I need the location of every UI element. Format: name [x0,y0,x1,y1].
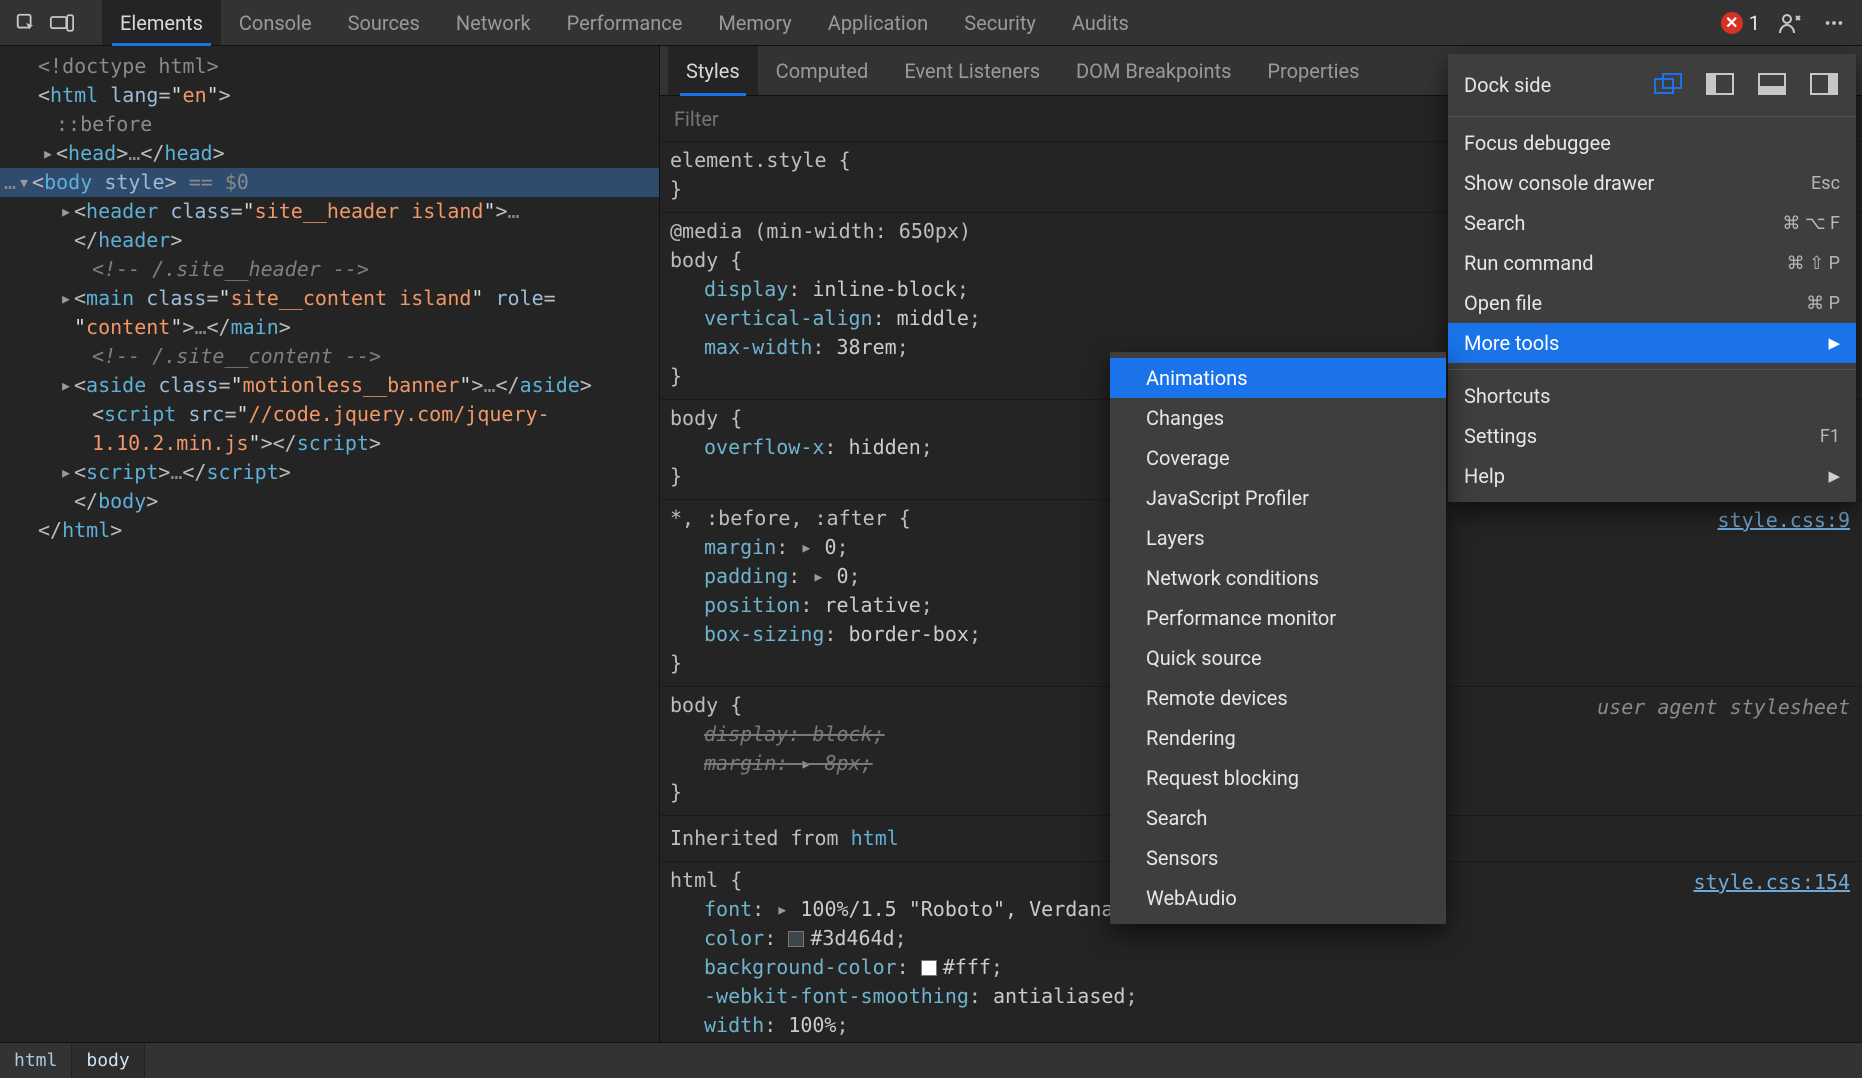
dom-node[interactable]: <!-- /.site__header --> [0,255,659,284]
more-tools-rendering[interactable]: Rendering [1110,718,1446,758]
dom-node[interactable]: <html lang="en"> [0,81,659,110]
panel-tab-audits[interactable]: Audits [1054,0,1147,45]
more-tools-changes[interactable]: Changes [1110,398,1446,438]
dom-node[interactable]: </header> [0,226,659,255]
dom-node[interactable]: ▸<aside class="motionless__banner">…</as… [0,371,659,400]
more-tools-webaudio[interactable]: WebAudio [1110,878,1446,918]
dock-side-row: Dock side [1448,60,1856,110]
styles-tab-computed[interactable]: Computed [758,46,887,95]
dom-tree-pane[interactable]: <!doctype html> <html lang="en"> ::befor… [0,46,660,1042]
error-icon: ✕ [1721,12,1743,34]
panel-tab-sources[interactable]: Sources [330,0,438,45]
dom-node[interactable]: </body> [0,487,659,516]
dom-node[interactable]: 1.10.2.min.js"></script> [0,429,659,458]
panel-tabs: ElementsConsoleSourcesNetworkPerformance… [102,0,1147,45]
dock-undock-icon[interactable] [1654,73,1684,97]
dock-left-icon[interactable] [1706,73,1736,97]
more-tools-performance-monitor[interactable]: Performance monitor [1110,598,1446,638]
dock-side-label: Dock side [1464,73,1632,97]
menu-item-focus-debuggee[interactable]: Focus debuggee [1448,123,1856,163]
dom-node[interactable]: <!doctype html> [0,52,659,81]
more-tools-quick-source[interactable]: Quick source [1110,638,1446,678]
styles-tab-dom-breakpoints[interactable]: DOM Breakpoints [1058,46,1249,95]
dom-node[interactable]: …▾<body style> == $0 [0,168,659,197]
overflow-menu: Dock side Focus debuggeeShow console dra… [1448,54,1856,502]
dock-bottom-icon[interactable] [1758,73,1788,97]
more-tools-submenu: AnimationsChangesCoverageJavaScript Prof… [1110,352,1446,924]
more-tools-coverage[interactable]: Coverage [1110,438,1446,478]
dom-node[interactable]: ▸<main class="site__content island" role… [0,284,659,313]
dom-node[interactable]: ▸<head>…</head> [0,139,659,168]
styles-tab-event-listeners[interactable]: Event Listeners [886,46,1058,95]
rule-origin[interactable]: style.css:9 [1718,506,1850,535]
error-count: 1 [1749,11,1760,35]
panel-tab-network[interactable]: Network [438,0,549,45]
dom-node[interactable]: ::before [0,110,659,139]
menu-item-run-command[interactable]: Run command⌘ ⇧ P [1448,243,1856,283]
inspect-element-icon[interactable] [8,5,44,41]
dom-node[interactable]: ▸<header class="site__header island">… [0,197,659,226]
dom-node[interactable]: ▸<script>…</script> [0,458,659,487]
more-tools-layers[interactable]: Layers [1110,518,1446,558]
error-counter[interactable]: ✕ 1 [1721,11,1760,35]
menu-item-more-tools[interactable]: More tools▶ [1448,323,1856,363]
menu-item-settings[interactable]: SettingsF1 [1448,416,1856,456]
styles-tab-properties[interactable]: Properties [1249,46,1377,95]
devtools-toolbar: ElementsConsoleSourcesNetworkPerformance… [0,0,1862,46]
styles-tab-styles[interactable]: Styles [668,46,758,95]
dom-breadcrumbs: htmlbody [0,1042,1862,1078]
dom-node[interactable]: "content">…</main> [0,313,659,342]
dom-node[interactable]: <script src="//code.jquery.com/jquery- [0,400,659,429]
dom-node[interactable]: </html> [0,516,659,545]
user-icon[interactable] [1776,9,1804,37]
panel-tab-elements[interactable]: Elements [102,0,221,45]
menu-item-help[interactable]: Help▶ [1448,456,1856,496]
menu-item-search[interactable]: Search⌘ ⌥ F [1448,203,1856,243]
dock-right-icon[interactable] [1810,73,1840,97]
more-tools-animations[interactable]: Animations [1110,358,1446,398]
more-tools-javascript-profiler[interactable]: JavaScript Profiler [1110,478,1446,518]
panel-tab-memory[interactable]: Memory [700,0,809,45]
overflow-menu-icon[interactable] [1820,9,1848,37]
more-tools-search[interactable]: Search [1110,798,1446,838]
breadcrumb-html[interactable]: html [0,1043,72,1078]
more-tools-network-conditions[interactable]: Network conditions [1110,558,1446,598]
panel-tab-performance[interactable]: Performance [549,0,701,45]
rule-origin: user agent stylesheet [1597,693,1850,722]
dom-node[interactable]: <!-- /.site__content --> [0,342,659,371]
menu-item-show-console-drawer[interactable]: Show console drawerEsc [1448,163,1856,203]
breadcrumb-body[interactable]: body [72,1043,144,1078]
more-tools-remote-devices[interactable]: Remote devices [1110,678,1446,718]
rule-origin[interactable]: style.css:154 [1693,868,1850,897]
more-tools-request-blocking[interactable]: Request blocking [1110,758,1446,798]
more-tools-sensors[interactable]: Sensors [1110,838,1446,878]
panel-tab-application[interactable]: Application [810,0,946,45]
device-toolbar-icon[interactable] [44,5,80,41]
menu-item-open-file[interactable]: Open file⌘ P [1448,283,1856,323]
menu-item-shortcuts[interactable]: Shortcuts [1448,376,1856,416]
panel-tab-security[interactable]: Security [946,0,1054,45]
panel-tab-console[interactable]: Console [221,0,330,45]
